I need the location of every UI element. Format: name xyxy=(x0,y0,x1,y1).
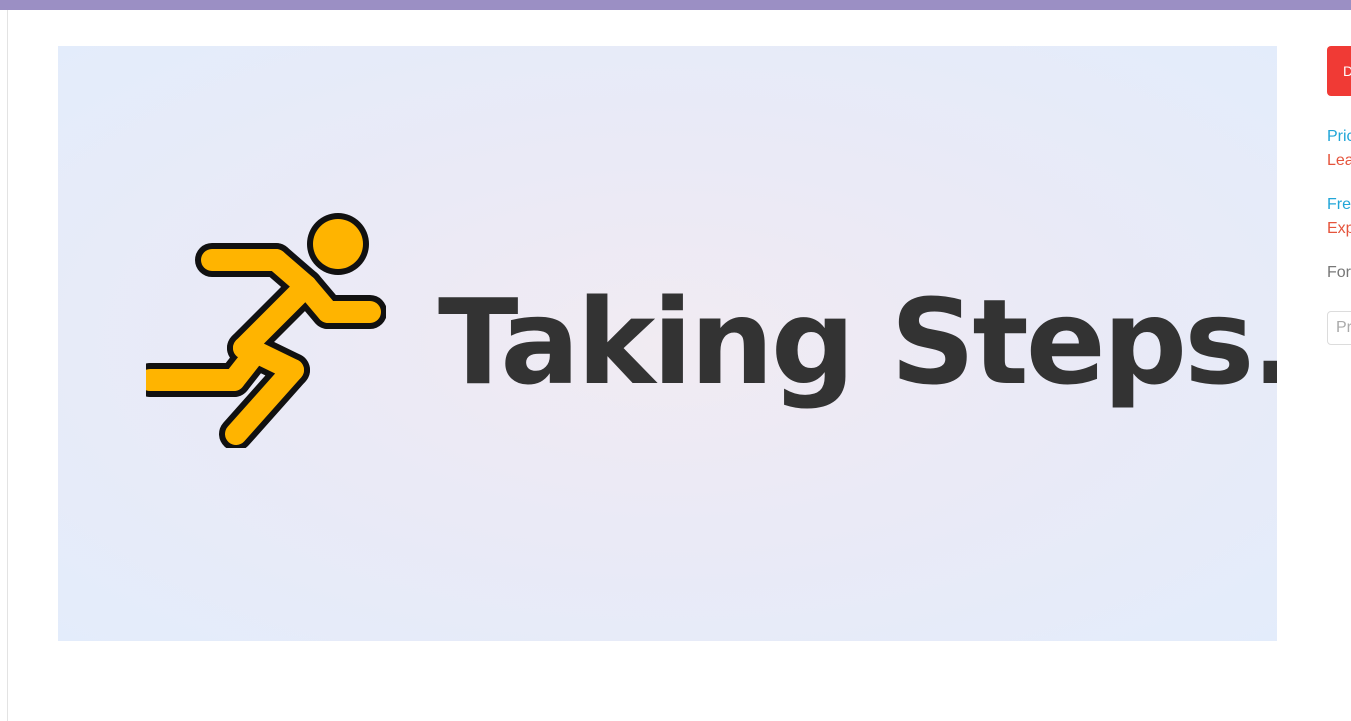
hero-title: Taking Steps. xyxy=(438,273,1277,411)
right-sidebar: D Pric Lea Fre Exp For xyxy=(1327,46,1351,721)
free-link[interactable]: Fre xyxy=(1327,196,1351,214)
download-button[interactable]: D xyxy=(1327,46,1351,96)
left-divider xyxy=(7,10,8,721)
hero-banner: Taking Steps. xyxy=(58,46,1277,641)
top-accent-bar xyxy=(0,0,1351,10)
running-person-icon xyxy=(146,213,386,448)
sidebar-input[interactable] xyxy=(1327,311,1351,345)
explore-link[interactable]: Exp xyxy=(1327,220,1351,238)
learn-more-link[interactable]: Lea xyxy=(1327,152,1351,170)
form-label: For xyxy=(1327,264,1351,281)
pricing-link[interactable]: Pric xyxy=(1327,128,1351,146)
